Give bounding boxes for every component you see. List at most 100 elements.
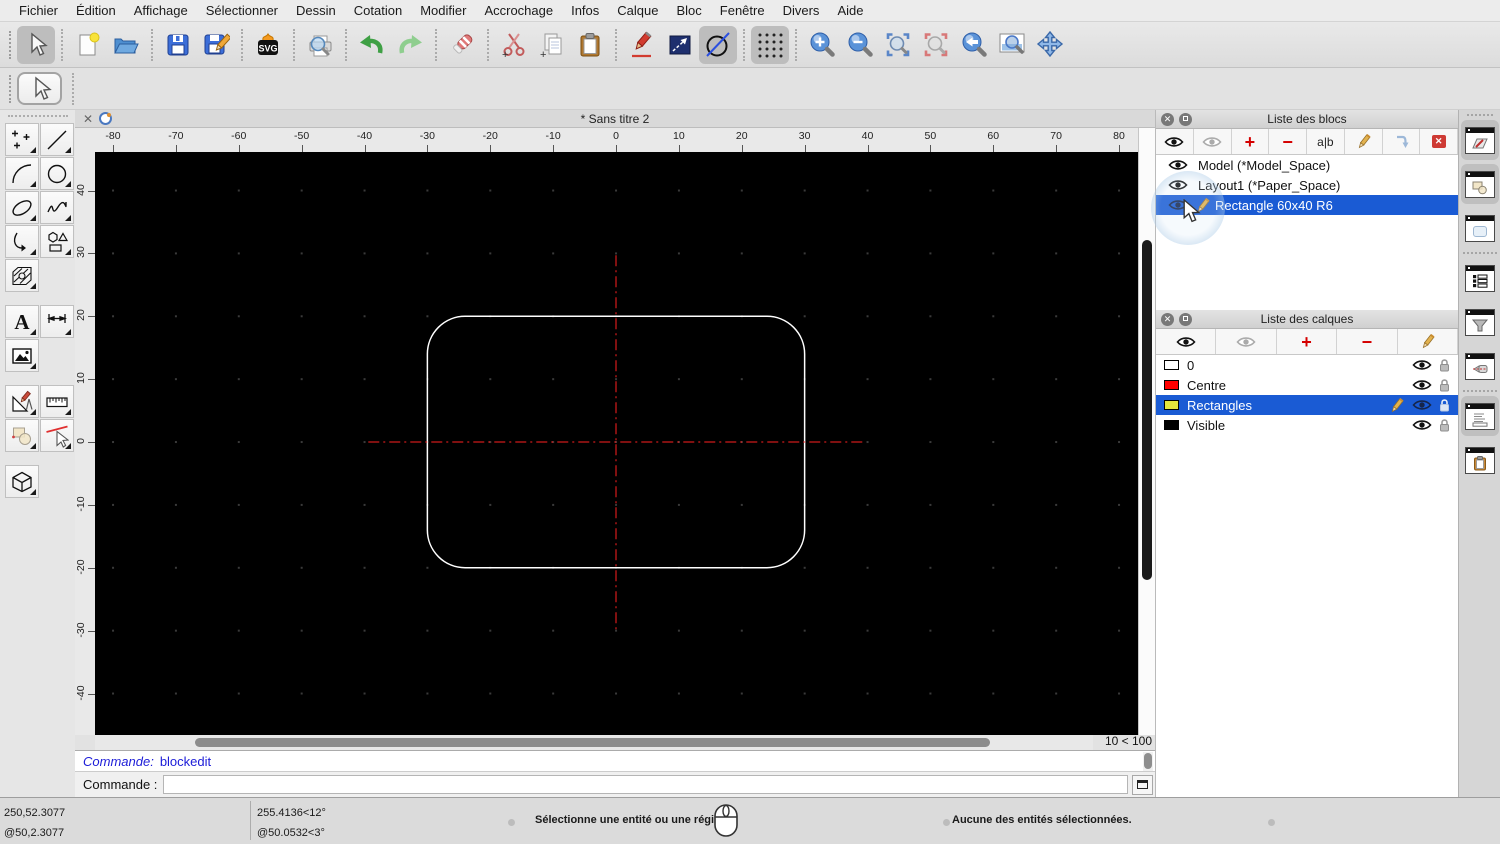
window-entity-list-toggle[interactable]: [1461, 258, 1499, 298]
tool-spline-button[interactable]: [40, 191, 74, 224]
menu-cotation[interactable]: Cotation: [345, 3, 411, 18]
select-arrow-button[interactable]: [17, 25, 55, 64]
menu-fen-tre[interactable]: Fenêtre: [711, 3, 774, 18]
svg-export-button[interactable]: SVG: [249, 26, 287, 64]
lock-icon[interactable]: [1439, 418, 1450, 432]
tool-circle-button[interactable]: [40, 157, 74, 190]
menu-infos[interactable]: Infos: [562, 3, 608, 18]
cut-button[interactable]: +: [495, 26, 533, 64]
window-block-list-toggle[interactable]: [1460, 164, 1499, 204]
tool-modify-button[interactable]: [5, 385, 39, 418]
window-block-edit-toggle[interactable]: [1460, 120, 1499, 160]
vertical-scrollbar-thumb[interactable]: [1142, 240, 1152, 580]
menu-dessin[interactable]: Dessin: [287, 3, 345, 18]
open-file-button[interactable]: [107, 26, 145, 64]
tool-arc-button[interactable]: [5, 157, 39, 190]
layer-row-visible[interactable]: Visible: [1156, 415, 1458, 435]
horizontal-scrollbar-thumb[interactable]: [195, 738, 990, 747]
command-history-scrollbar[interactable]: [1143, 752, 1153, 771]
layers-tool-eye[interactable]: [1156, 329, 1217, 354]
zoom-pan-button[interactable]: [1031, 26, 1069, 64]
lock-icon[interactable]: [1439, 378, 1450, 392]
layers-tool-minus[interactable]: −: [1337, 329, 1398, 354]
tool-measure-button[interactable]: [40, 385, 74, 418]
command-options-button[interactable]: [1132, 774, 1154, 795]
layers-tool-pencil[interactable]: [1398, 329, 1459, 354]
tool-hatch-button[interactable]: [5, 259, 39, 292]
menu-divers[interactable]: Divers: [774, 3, 829, 18]
line-arrow-button[interactable]: [661, 26, 699, 64]
undo-button[interactable]: [353, 26, 391, 64]
select-tool-button[interactable]: [17, 72, 62, 105]
zoom-auto-button[interactable]: [879, 26, 917, 64]
visibility-eye-icon[interactable]: [1412, 359, 1432, 371]
save-as-button[interactable]: [197, 26, 235, 64]
menu-dition[interactable]: Édition: [67, 3, 125, 18]
horizontal-scrollbar[interactable]: [95, 735, 1093, 750]
zoom-window-button[interactable]: [993, 26, 1031, 64]
lock-icon[interactable]: [1439, 358, 1450, 372]
tool-solid-button[interactable]: [5, 465, 39, 498]
menu-s-lectionner[interactable]: Sélectionner: [197, 3, 287, 18]
paste-button[interactable]: [571, 26, 609, 64]
layers-panel-detach-button[interactable]: [1179, 312, 1192, 326]
visibility-eye-icon[interactable]: [1412, 399, 1432, 411]
layers-panel-close-button[interactable]: ✕: [1161, 312, 1174, 326]
grid-toggle-button[interactable]: [751, 25, 789, 64]
copy-button[interactable]: +: [533, 26, 571, 64]
blocks-tool-pencil[interactable]: [1345, 129, 1383, 154]
menu-accrochage[interactable]: Accrochage: [475, 3, 562, 18]
zoom-out-button[interactable]: [841, 26, 879, 64]
blocks-tool-eye-off[interactable]: [1194, 129, 1232, 154]
redo-button[interactable]: [391, 26, 429, 64]
menu-affichage[interactable]: Affichage: [125, 3, 197, 18]
menu-bloc[interactable]: Bloc: [667, 3, 710, 18]
tool-ellipse-button[interactable]: [5, 191, 39, 224]
blocks-panel-detach-button[interactable]: [1179, 112, 1192, 126]
layers-tool-eye-off[interactable]: [1216, 329, 1277, 354]
layers-tool-plus[interactable]: +: [1277, 329, 1338, 354]
tool-line-button[interactable]: [40, 123, 74, 156]
blocks-panel-close-button[interactable]: ✕: [1161, 112, 1174, 126]
zoom-in-button[interactable]: [803, 26, 841, 64]
menu-fichier[interactable]: Fichier: [10, 3, 67, 18]
tool-blocks-button[interactable]: [5, 419, 39, 452]
lock-icon[interactable]: [1439, 398, 1450, 412]
window-library-toggle[interactable]: [1461, 208, 1499, 248]
tool-points-button[interactable]: [5, 123, 39, 156]
window-projector-toggle[interactable]: [1461, 346, 1499, 386]
circle-line-button[interactable]: [699, 25, 737, 64]
window-command-toggle[interactable]: [1460, 396, 1499, 436]
layer-row-rectangles[interactable]: Rectangles: [1156, 395, 1458, 415]
layer-row-0[interactable]: 0: [1156, 355, 1458, 375]
window-clipboard-toggle[interactable]: [1461, 440, 1499, 480]
menu-modifier[interactable]: Modifier: [411, 3, 475, 18]
command-input[interactable]: [163, 775, 1129, 794]
blocks-tool-insert[interactable]: [1383, 129, 1421, 154]
tool-shapes-button[interactable]: [40, 225, 74, 258]
tool-dimension-button[interactable]: [40, 305, 74, 338]
tool-image-button[interactable]: [5, 339, 39, 372]
tool-text-button[interactable]: A: [5, 305, 39, 338]
visibility-eye-icon[interactable]: [1412, 379, 1432, 391]
draw-pencil-button[interactable]: [623, 26, 661, 64]
blocks-tool-rename[interactable]: a|b: [1307, 129, 1345, 154]
menu-calque[interactable]: Calque: [608, 3, 667, 18]
window-filter-toggle[interactable]: [1461, 302, 1499, 342]
menu-aide[interactable]: Aide: [828, 3, 872, 18]
zoom-previous-button[interactable]: [917, 26, 955, 64]
blocks-tool-eye[interactable]: [1156, 129, 1194, 154]
new-document-button[interactable]: [69, 26, 107, 64]
blocks-tool-plus[interactable]: +: [1232, 129, 1270, 154]
block-row-model-model-space[interactable]: Model (*Model_Space): [1156, 155, 1458, 175]
visibility-eye-icon[interactable]: [1168, 159, 1188, 171]
save-button[interactable]: [159, 26, 197, 64]
tool-polyline-button[interactable]: [5, 225, 39, 258]
eraser-button[interactable]: [443, 26, 481, 64]
visibility-eye-icon[interactable]: [1412, 419, 1432, 431]
layer-row-centre[interactable]: Centre: [1156, 375, 1458, 395]
blocks-tool-remove-x[interactable]: ✕: [1420, 129, 1458, 154]
blocks-tool-minus[interactable]: −: [1269, 129, 1307, 154]
drawing-canvas[interactable]: [95, 152, 1138, 735]
tool-select-entity-button[interactable]: [40, 419, 74, 452]
